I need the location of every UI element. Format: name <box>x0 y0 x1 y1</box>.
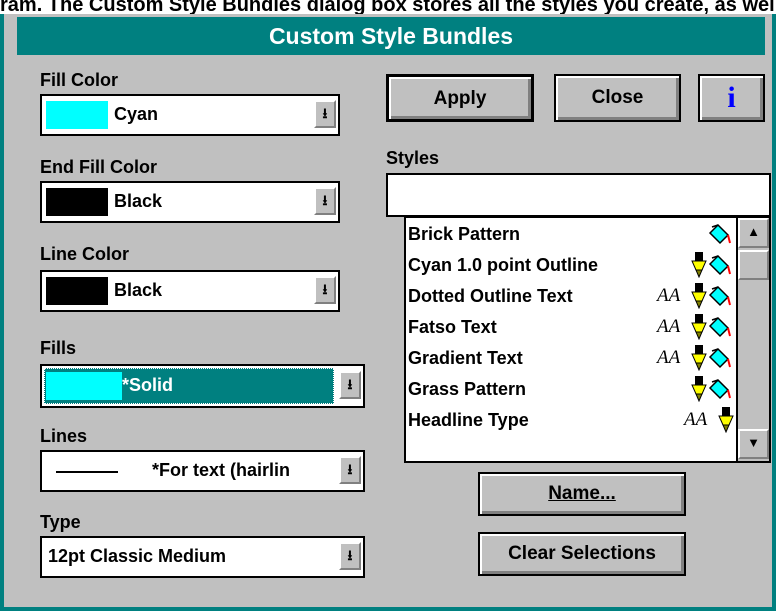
dropdown-arrow-icon[interactable]: ⭳ <box>314 100 336 128</box>
line-color-dropdown[interactable]: Black ⭳ <box>40 270 340 312</box>
info-button[interactable]: i <box>698 74 765 122</box>
dropdown-arrow-icon[interactable]: ⭳ <box>314 276 336 304</box>
fill-bucket-icon <box>708 285 732 309</box>
lines-value: *For text (hairlin <box>152 460 291 480</box>
pen-nib-icon <box>689 376 709 402</box>
end-fill-color-dropdown[interactable]: Black ⭳ <box>40 181 340 223</box>
list-item[interactable]: Cyan 1.0 point Outline <box>408 250 736 280</box>
line-color-value: Black <box>114 280 163 300</box>
style-name: Dotted Outline Text <box>408 286 573 306</box>
fill-color-swatch <box>46 101 108 129</box>
info-icon: i <box>727 81 736 114</box>
fill-color-dropdown[interactable]: Cyan ⭳ <box>40 94 340 136</box>
list-item[interactable]: Grass Pattern <box>408 374 736 404</box>
name-button[interactable]: Name... <box>478 472 686 516</box>
fills-dropdown[interactable]: *Solid ⭳ <box>40 364 365 408</box>
styles-label: Styles <box>386 148 440 168</box>
type-style-icon: AA <box>657 347 681 368</box>
pen-nib-icon <box>689 252 709 278</box>
pen-nib-icon <box>689 283 709 309</box>
dropdown-arrow-icon[interactable]: ⭳ <box>339 371 361 399</box>
end-fill-color-swatch <box>46 188 108 216</box>
fills-value: *Solid <box>122 375 174 395</box>
line-color-swatch <box>46 277 108 305</box>
fill-bucket-icon <box>708 378 732 402</box>
pen-nib-icon <box>689 314 709 340</box>
scroll-down-icon[interactable]: ▼ <box>738 429 769 459</box>
type-style-icon: AA <box>657 316 681 337</box>
scroll-thumb[interactable] <box>738 250 769 280</box>
name-button-label: Name... <box>548 483 616 504</box>
line-color-label: Line Color <box>40 244 129 264</box>
fills-swatch <box>46 372 122 400</box>
fill-color-label: Fill Color <box>40 70 118 90</box>
fill-color-value: Cyan <box>114 104 159 124</box>
fill-bucket-icon <box>708 347 732 371</box>
list-item[interactable]: Headline Type AA <box>408 405 736 435</box>
close-button[interactable]: Close <box>554 74 681 122</box>
style-name: Headline Type <box>408 410 529 430</box>
custom-style-bundles-dialog: Custom Style Bundles Fill Color Cyan ⭳ E… <box>0 14 776 611</box>
list-item[interactable]: Dotted Outline Text AA <box>408 281 736 311</box>
type-style-icon: AA <box>684 409 708 430</box>
dropdown-arrow-icon[interactable]: ⭳ <box>339 456 361 484</box>
pen-nib-icon <box>716 407 736 433</box>
end-fill-color-value: Black <box>114 191 163 211</box>
end-fill-color-label: End Fill Color <box>40 157 157 177</box>
type-label: Type <box>40 512 81 532</box>
style-name: Brick Pattern <box>408 224 521 244</box>
style-name: Grass Pattern <box>408 379 527 399</box>
list-item[interactable]: Gradient Text AA <box>408 343 736 373</box>
dialog-title: Custom Style Bundles <box>17 17 765 55</box>
styles-list[interactable]: Brick Pattern Cyan 1.0 point Outline Dotte… <box>404 216 771 463</box>
type-value: 12pt Classic Medium <box>48 546 227 566</box>
scroll-up-icon[interactable]: ▲ <box>738 218 769 248</box>
fill-bucket-icon <box>708 254 732 278</box>
line-sample-swatch <box>56 471 118 473</box>
list-item[interactable]: Brick Pattern <box>408 219 736 249</box>
background-document-text: ram. The Custom Style Bundles dialog box… <box>0 0 776 14</box>
clear-selections-button[interactable]: Clear Selections <box>478 532 686 576</box>
style-name: Cyan 1.0 point Outline <box>408 255 599 275</box>
apply-button[interactable]: Apply <box>386 74 534 122</box>
style-name: Fatso Text <box>408 317 497 337</box>
lines-label: Lines <box>40 426 88 446</box>
fill-bucket-icon <box>708 223 732 247</box>
fill-bucket-icon <box>708 316 732 340</box>
type-dropdown[interactable]: 12pt Classic Medium ⭳ <box>40 536 365 578</box>
list-item[interactable]: Fatso Text AA <box>408 312 736 342</box>
lines-dropdown[interactable]: *For text (hairlin ⭳ <box>40 450 365 492</box>
fills-label: Fills <box>40 338 77 358</box>
style-name-input[interactable] <box>386 173 771 217</box>
styles-scrollbar[interactable]: ▲ ▼ <box>736 218 769 461</box>
style-name: Gradient Text <box>408 348 523 368</box>
dropdown-arrow-icon[interactable]: ⭳ <box>314 187 336 215</box>
pen-nib-icon <box>689 345 709 371</box>
dropdown-arrow-icon[interactable]: ⭳ <box>339 542 361 570</box>
type-style-icon: AA <box>657 285 681 306</box>
